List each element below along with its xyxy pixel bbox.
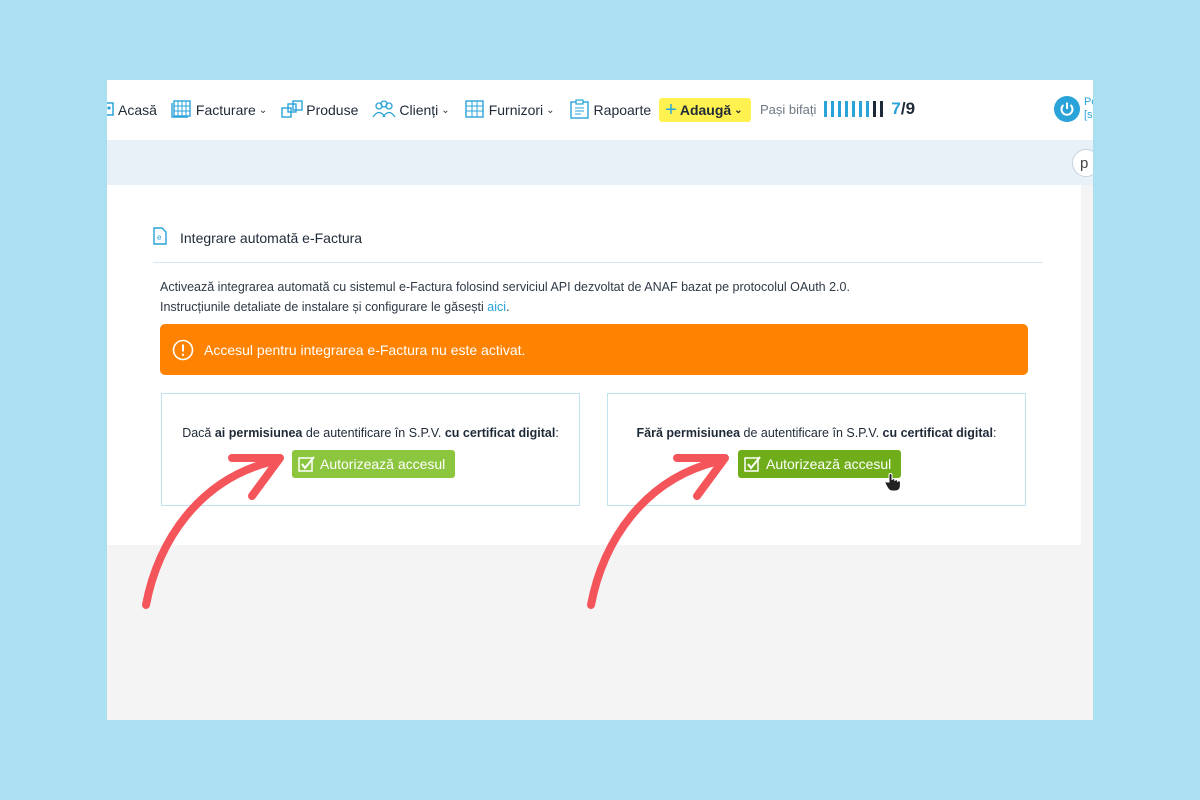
user-company: [s: [1084, 109, 1093, 121]
nav-item-produse[interactable]: Produse: [281, 99, 359, 121]
nav-item-label: Rapoarte: [593, 102, 652, 118]
plus-icon: +: [665, 99, 677, 121]
step-bar: [852, 101, 856, 117]
card-title: Integrare automată e-Factura: [180, 230, 363, 246]
option-text-mid: de autentificare în S.P.V.: [302, 426, 445, 440]
step-bar: [873, 101, 877, 117]
step-bar: [824, 101, 828, 117]
main-nav: Acasă Facturare ⌄ Produse Clienți ⌄ Furn…: [107, 80, 765, 140]
description-text: Instrucțiunile detaliate de instalare și…: [160, 300, 484, 314]
hand-cursor-icon: [884, 472, 902, 497]
steps-progress[interactable]: Pași bifați 7/9: [760, 99, 915, 119]
steps-label: Pași bifați: [760, 101, 817, 117]
app-window: Acasă Facturare ⌄ Produse Clienți ⌄ Furn…: [107, 80, 1093, 720]
card-description: Activează integrarea automată cu sistemu…: [160, 277, 850, 317]
nav-item-label: Furnizori: [488, 102, 544, 118]
user-info[interactable]: Po [s: [1084, 96, 1093, 122]
steps-done-count: 7: [891, 99, 901, 118]
option-text-post: :: [555, 426, 559, 440]
chevron-down-icon: ⌄: [258, 104, 268, 116]
step-bar: [880, 101, 884, 117]
description-line-2: Instrucțiunile detaliate de instalare și…: [160, 297, 850, 317]
step-bar: [859, 101, 863, 117]
authorize-access-button[interactable]: Autorizează accesul: [292, 450, 456, 478]
description-line-1: Activează integrarea automată cu sistemu…: [160, 280, 850, 294]
nav-item-clienti[interactable]: Clienți ⌄: [372, 99, 450, 121]
nav-item-label: Facturare: [195, 102, 256, 118]
svg-text:e: e: [157, 233, 162, 242]
steps-count: 7/9: [891, 99, 915, 119]
step-bar: [866, 101, 870, 117]
nav-item-rapoarte[interactable]: Rapoarte: [569, 98, 652, 122]
user-name: Po: [1084, 96, 1093, 108]
step-bar: [838, 101, 842, 117]
add-button-label: Adaugă: [679, 102, 732, 118]
description-period: .: [506, 300, 510, 314]
reports-icon: [569, 98, 591, 122]
authorize-button-label: Autorizează accesul: [766, 456, 892, 472]
nav-item-furnizori[interactable]: Furnizori ⌄: [464, 99, 555, 121]
card-header: e Integrare automată e-Factura: [153, 225, 1043, 263]
pointer-arrow-icon: [587, 454, 729, 609]
warning-icon: [172, 339, 194, 361]
authorize-access-button[interactable]: Autorizează accesul: [738, 450, 902, 478]
invoice-icon: [171, 99, 193, 121]
steps-progress-bars: [824, 101, 887, 117]
top-navigation: Acasă Facturare ⌄ Produse Clienți ⌄ Furn…: [107, 80, 1093, 140]
option-text-bold: Fără permisiunea: [636, 426, 741, 440]
chevron-down-icon: ⌄: [734, 104, 743, 116]
option-text-bold: ai permisiunea: [214, 426, 303, 440]
nav-item-label: Produse: [306, 102, 359, 118]
option-text-mid: de autentificare în S.P.V.: [740, 426, 883, 440]
search-letter: p: [1080, 154, 1089, 172]
checkbox-icon: [298, 456, 316, 472]
option-text-bold: cu certificat digital: [882, 426, 993, 440]
suppliers-icon: [464, 99, 486, 121]
clients-icon: [372, 99, 396, 121]
sub-toolbar: [107, 140, 1093, 185]
add-button[interactable]: + Adaugă ⌄: [659, 98, 751, 122]
nav-item-acasa[interactable]: Acasă: [107, 101, 157, 120]
products-icon: [281, 99, 303, 121]
instructions-link[interactable]: aici: [487, 300, 506, 314]
document-icon: e: [153, 227, 167, 250]
chevron-down-icon: ⌄: [441, 104, 450, 116]
option-text: Fără permisiunea de autentificare în S.P…: [608, 426, 1025, 440]
authorize-button-label: Autorizează accesul: [320, 456, 446, 472]
access-alert: Accesul pentru integrarea e-Factura nu e…: [160, 324, 1028, 375]
pointer-arrow-icon: [142, 454, 284, 609]
power-icon[interactable]: [1054, 96, 1080, 122]
step-bar: [831, 101, 835, 117]
nav-item-label: Clienți: [399, 102, 439, 118]
home-icon: [107, 101, 115, 120]
option-text-pre: Dacă: [182, 426, 215, 440]
chevron-down-icon: ⌄: [546, 104, 555, 116]
option-text-post: :: [992, 426, 997, 440]
step-bar: [845, 101, 849, 117]
nav-item-label: Acasă: [118, 102, 157, 118]
steps-total-count: 9: [905, 99, 916, 118]
nav-item-facturare[interactable]: Facturare ⌄: [171, 99, 268, 121]
checkbox-icon: [744, 456, 762, 472]
search-button[interactable]: p: [1072, 149, 1093, 177]
option-text: Dacă ai permisiunea de autentificare în …: [162, 426, 579, 440]
alert-text: Accesul pentru integrarea e-Factura nu e…: [204, 341, 526, 358]
option-text-bold: cu certificat digital: [444, 426, 556, 440]
